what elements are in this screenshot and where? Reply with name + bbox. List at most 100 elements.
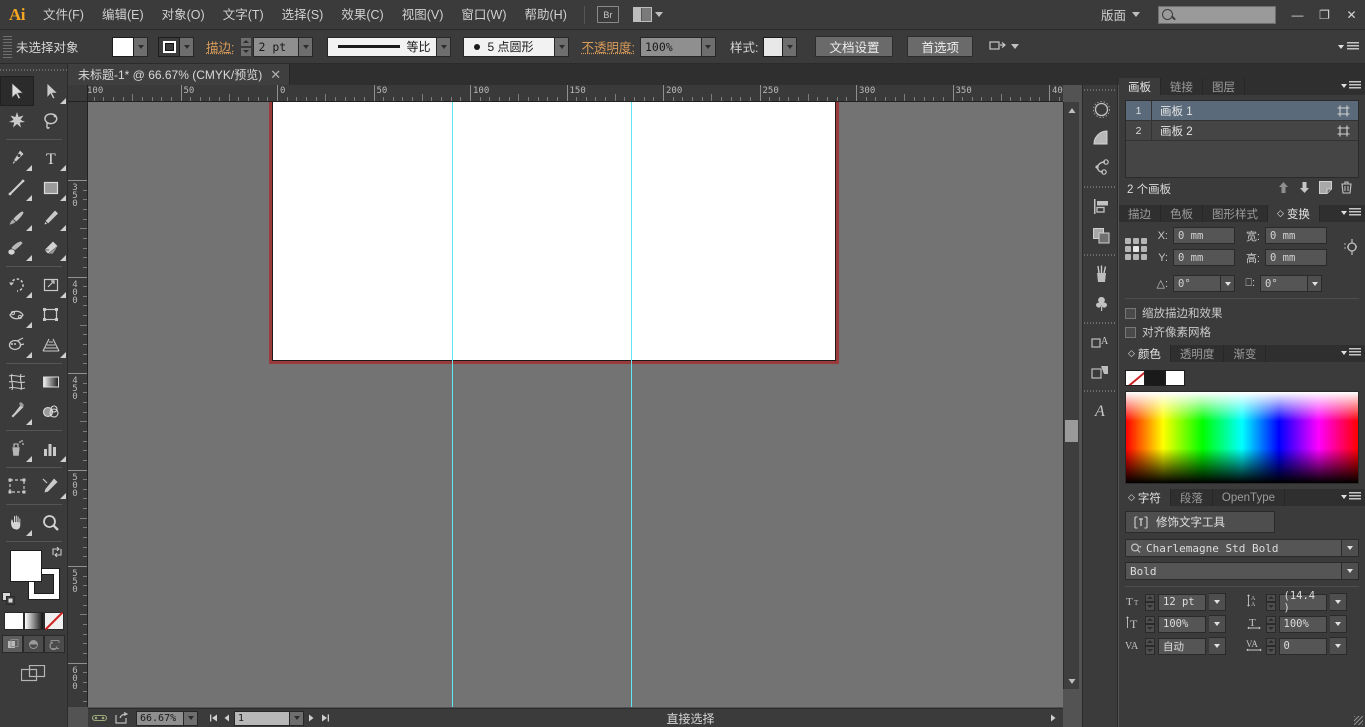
tool-flyout-indicator[interactable] — [60, 352, 66, 358]
tool-flyout-indicator[interactable] — [26, 322, 32, 328]
scroll-up-arrow-icon[interactable] — [1064, 102, 1080, 118]
draw-inside-button[interactable] — [44, 635, 65, 653]
rotate-dropdown-arrow[interactable] — [1221, 275, 1235, 292]
stroke-color-control[interactable] — [158, 36, 194, 57]
next-artboard-button[interactable] — [304, 709, 318, 727]
stroke-swatch[interactable] — [158, 36, 180, 57]
tool-flyout-indicator[interactable] — [26, 255, 32, 261]
graphic-styles-icon[interactable] — [1083, 357, 1119, 386]
stroke-profile-control[interactable]: 等比 — [327, 36, 452, 57]
tracking-stepper[interactable] — [1265, 637, 1276, 655]
vertical-scrollbar[interactable] — [1063, 102, 1079, 689]
x-field[interactable]: 0 mm — [1173, 227, 1235, 244]
character-panel-menu-button[interactable] — [1341, 492, 1361, 501]
blend-tool[interactable] — [34, 397, 68, 427]
leading-dropdown-arrow[interactable] — [1329, 593, 1347, 611]
menu-select[interactable]: 选择(S) — [273, 0, 333, 30]
panel-resize-grip[interactable] — [1354, 716, 1363, 725]
font-family-control[interactable]: Charlemagne Std Bold — [1125, 539, 1359, 557]
symbols-dock-icon[interactable] — [1083, 289, 1119, 318]
search-input[interactable] — [1158, 5, 1276, 24]
delete-artboard-button[interactable] — [1340, 181, 1353, 197]
fill-swatch[interactable] — [112, 36, 134, 57]
canvas-area[interactable] — [88, 102, 1063, 707]
align-panel-icon[interactable] — [1083, 192, 1119, 221]
rotate-tool[interactable] — [0, 270, 34, 300]
font-style-dropdown-arrow[interactable] — [1342, 562, 1359, 580]
horizontal-scale-dropdown-arrow[interactable] — [1329, 615, 1347, 633]
paintbrush-tool[interactable] — [0, 203, 34, 233]
shear-dropdown-arrow[interactable] — [1308, 275, 1322, 292]
artboard-1[interactable] — [273, 102, 835, 360]
slice-tool[interactable] — [34, 471, 68, 501]
artboards-list[interactable]: 1 画板 1 2 画板 2 — [1125, 100, 1359, 178]
symbol-sprayer-tool[interactable] — [0, 434, 34, 464]
brushes-panel-icon[interactable] — [1083, 124, 1119, 153]
artboard-name[interactable]: 画板 2 — [1152, 123, 1328, 139]
close-button[interactable]: ✕ — [1338, 0, 1365, 30]
menu-file[interactable]: 文件(F) — [34, 0, 93, 30]
opacity-label[interactable]: 不透明度: — [581, 37, 634, 56]
menu-window[interactable]: 窗口(W) — [452, 0, 515, 30]
zoom-level-dropdown-arrow[interactable] — [184, 710, 198, 726]
tool-flyout-indicator[interactable] — [26, 352, 32, 358]
tool-flyout-indicator[interactable] — [26, 165, 32, 171]
brush-definition-dropdown-arrow[interactable] — [555, 36, 570, 57]
symbols-panel-icon[interactable] — [1083, 153, 1119, 182]
dock-group-divider-3[interactable] — [1083, 318, 1117, 328]
tool-flyout-indicator[interactable] — [60, 195, 66, 201]
move-down-button[interactable] — [1298, 181, 1311, 197]
guide-line-vertical-2[interactable] — [631, 102, 632, 707]
stroke-weight-dropdown-arrow[interactable] — [299, 36, 314, 57]
none-swatch[interactable] — [1125, 370, 1145, 386]
first-artboard-button[interactable] — [206, 709, 220, 727]
tab-links[interactable]: 链接 — [1161, 78, 1203, 95]
brush-definition-control[interactable]: 5 点圆形 — [463, 36, 570, 57]
tracking-dropdown-arrow[interactable] — [1329, 637, 1347, 655]
document-setup-button[interactable]: 文档设置 — [815, 36, 894, 57]
tab-color[interactable]: ◇ 颜色 — [1119, 345, 1171, 362]
perspective-grid-tool[interactable] — [34, 330, 68, 360]
stroke-weight-control[interactable]: 2 pt — [240, 36, 314, 57]
shear-field[interactable]: 0° — [1260, 275, 1308, 292]
table-row[interactable]: 1 画板 1 — [1126, 101, 1358, 121]
tool-flyout-indicator[interactable] — [26, 292, 32, 298]
zoom-level-control[interactable]: 66.67% — [136, 710, 198, 726]
vertical-scale-control[interactable]: T 100% — [1125, 615, 1239, 633]
stroke-dropdown-arrow[interactable] — [180, 36, 194, 57]
status-bar-menu[interactable] — [1049, 714, 1057, 722]
brushes-dock-icon[interactable] — [1083, 260, 1119, 289]
previous-artboard-button[interactable] — [220, 709, 234, 727]
minimize-button[interactable]: — — [1284, 0, 1311, 30]
workspace-switcher[interactable]: 版面 — [1093, 5, 1148, 24]
horizontal-scale-stepper[interactable] — [1265, 615, 1276, 633]
zoom-tool[interactable] — [34, 508, 68, 538]
tab-gradient[interactable]: 渐变 — [1224, 345, 1267, 362]
tool-flyout-indicator[interactable] — [26, 419, 32, 425]
scale-strokes-checkbox[interactable] — [1125, 307, 1136, 319]
constrain-proportions-button[interactable] — [1341, 237, 1359, 262]
height-field[interactable]: 0 mm — [1265, 249, 1327, 266]
font-style-field[interactable]: Bold — [1125, 562, 1342, 580]
menu-object[interactable]: 对象(O) — [153, 0, 214, 30]
tab-opentype[interactable]: OpenType — [1213, 489, 1285, 506]
width-tool[interactable] — [0, 300, 34, 330]
horizontal-scale-control[interactable]: T 100% — [1246, 615, 1360, 633]
opacity-field[interactable]: 100% — [639, 36, 702, 57]
color-panel-menu-button[interactable] — [1341, 348, 1361, 357]
tools-panel-grip[interactable] — [0, 64, 67, 76]
scale-tool[interactable] — [34, 270, 68, 300]
leading-field[interactable]: (14.4 ) — [1278, 590, 1327, 614]
y-field[interactable]: 0 mm — [1173, 249, 1235, 266]
lasso-tool[interactable] — [34, 106, 68, 136]
fill-color-control[interactable] — [112, 36, 148, 57]
shape-builder-tool[interactable] — [0, 330, 34, 360]
direct-selection-tool[interactable] — [34, 76, 68, 106]
menu-edit[interactable]: 编辑(E) — [93, 0, 153, 30]
tab-transform[interactable]: ◇ 变换 — [1268, 205, 1320, 222]
line-segment-tool[interactable] — [0, 173, 34, 203]
artboard-number-dropdown-arrow[interactable] — [290, 710, 304, 726]
stroke-weight-field[interactable]: 2 pt — [253, 36, 300, 57]
stroke-weight-stepper[interactable] — [240, 36, 253, 57]
scale-strokes-effects-row[interactable]: 缩放描边和效果 — [1125, 305, 1359, 321]
